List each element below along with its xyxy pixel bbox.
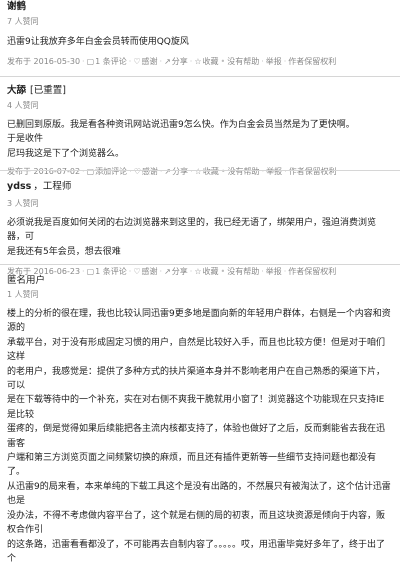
no-help-link[interactable]: 没有帮助: [228, 166, 260, 178]
answer-line: 已删回到原版。我是看各种资讯网站说迅雷9怎么快。作为白金会员当然是为了更快啊。: [7, 118, 393, 132]
separator-dot: ·: [262, 166, 265, 178]
comment-link[interactable]: 1 条评论: [95, 56, 127, 68]
share-link[interactable]: 分享: [172, 56, 188, 68]
answer-line: 的老用户，我感觉是：提供了多种方式的扶片渠道本身并不影响老用户在自己熟悉的渠道下…: [7, 365, 393, 394]
vote-count[interactable]: 7 人赞同: [7, 16, 393, 28]
thanks-link[interactable]: 感谢: [142, 166, 158, 178]
answer-line: 户端和第三方浏览页面之间频繁切换的麻烦，而且还有插件更新等一些细节支持问题也都没…: [7, 451, 393, 480]
answer-body: 已删回到原版。我是看各种资讯网站说迅雷9怎么快。作为白金会员当然是为了更快啊。 …: [7, 118, 393, 161]
answer-body: 楼上的分析的很在理，我也比较认同迅雷9更多地是面向新的年轻用户群体，右侧是一个内…: [7, 307, 393, 566]
copyright-note: 作者保留权利: [288, 56, 336, 68]
separator-dot: ·: [190, 166, 193, 178]
divider: [0, 76, 400, 77]
report-link[interactable]: 举报: [266, 166, 282, 178]
share-icon: ↗: [164, 166, 171, 178]
answer-actions: 发布于 2016-07-02·▢添加评论·♡感谢·↗分享·☆收藏•没有帮助·举报…: [7, 166, 393, 178]
collect-link[interactable]: 收藏: [202, 56, 218, 68]
star-icon: ☆: [194, 56, 201, 68]
separator-dot: •: [220, 56, 225, 68]
separator-dot: ·: [284, 166, 287, 178]
answer-line: 必须说我是百度如何关闭的右边浏览器来到这里的，我已经无语了，绑架用户，强迫消费浏…: [7, 216, 393, 245]
author-name[interactable]: 匿名用户: [7, 275, 45, 286]
author-title: ，工程师: [33, 181, 71, 192]
separator-dot: ·: [261, 56, 264, 68]
copyright-note: 作者保留权利: [289, 166, 337, 178]
vote-count[interactable]: 4 人赞同: [7, 100, 393, 112]
post-date[interactable]: 发布于 2016-07-02: [7, 166, 80, 178]
divider: [0, 264, 400, 265]
answer-line: 承载平台，对于没有形成固定习惯的用户，自然是比较好入手，而且也比较方便！但是对于…: [7, 336, 393, 365]
answer-line: 的这条路，迅雷看看都没了，不可能再去自制内容了。。。。。哎，用迅雷毕竟好多年了，…: [7, 538, 393, 566]
answer-card: 谢鹤 7 人赞同 迅雷9让我放弃多年白金会员转而使用QQ旋风 发布于 2016-…: [0, 0, 400, 68]
star-icon: ☆: [195, 166, 202, 178]
divider: [0, 170, 400, 171]
comment-link[interactable]: 添加评论: [95, 166, 127, 178]
separator-dot: ·: [129, 166, 132, 178]
separator-dot: ·: [82, 166, 85, 178]
answer-line: 是在下载等待中的一个补充，实在对右侧不爽我干脆就用小窗了！浏览器这个功能现在只支…: [7, 393, 393, 422]
answer-line: 是我还有5年会员，想去很难: [7, 245, 393, 259]
author-name[interactable]: ydss: [7, 181, 31, 192]
answer-body: 必须说我是百度如何关闭的右边浏览器来到这里的，我已经无语了，绑架用户，强迫消费浏…: [7, 216, 393, 259]
separator-dot: ·: [82, 56, 85, 68]
share-icon: ↗: [164, 56, 171, 68]
heart-icon: ♡: [133, 56, 140, 68]
answer-actions: 发布于 2016-05-30·▢1 条评论·♡感谢·↗分享·☆收藏•没有帮助·举…: [7, 56, 393, 68]
comment-icon: ▢: [87, 166, 95, 178]
comment-icon: ▢: [87, 56, 95, 68]
author-title: [已重置]: [30, 85, 66, 96]
thanks-link[interactable]: 感谢: [142, 56, 158, 68]
separator-dot: ·: [160, 56, 163, 68]
answer-line: 尼玛我这是下了个浏览器么。: [7, 147, 393, 161]
answer-body: 迅雷9让我放弃多年白金会员转而使用QQ旋风: [7, 35, 393, 49]
answer-line: 没办法，不得不考虑做内容平台了，这个就是右侧的局的初衷，而且这块资源是倾向于内容…: [7, 509, 393, 538]
vote-count[interactable]: 1 人赞同: [7, 289, 393, 301]
answer-line: 楼上的分析的很在理，我也比较认同迅雷9更多地是面向新的年轻用户群体，右侧是一个内…: [7, 307, 393, 336]
separator-dot: ·: [129, 56, 132, 68]
answer-line: 迅雷9让我放弃多年白金会员转而使用QQ旋风: [7, 35, 393, 49]
author-name[interactable]: 谢鹤: [7, 1, 26, 12]
collect-link[interactable]: 收藏: [203, 166, 219, 178]
share-link[interactable]: 分享: [172, 166, 188, 178]
post-date[interactable]: 发布于 2016-05-30: [7, 56, 80, 68]
separator-dot: ·: [160, 166, 163, 178]
no-help-link[interactable]: 没有帮助: [227, 56, 259, 68]
answer-line: 从迅雷9的局来看，本来单纯的下载工具这个是没有出路的，不然展只有被淘汰了，这个估…: [7, 480, 393, 509]
heart-icon: ♡: [134, 166, 141, 178]
separator-dot: •: [221, 166, 226, 178]
answer-card: 大舔 [已重置] 4 人赞同 已删回到原版。我是看各种资讯网站说迅雷9怎么快。作为…: [0, 84, 400, 178]
answer-line: 于是收件: [7, 132, 393, 146]
vote-count[interactable]: 3 人赞同: [7, 198, 393, 210]
separator-dot: ·: [284, 56, 287, 68]
report-link[interactable]: 举报: [266, 56, 282, 68]
answer-card: 匿名用户 1 人赞同 楼上的分析的很在理，我也比较认同迅雷9更多地是面向新的年轻…: [0, 274, 400, 566]
separator-dot: ·: [190, 56, 193, 68]
author-name[interactable]: 大舔: [7, 85, 26, 96]
